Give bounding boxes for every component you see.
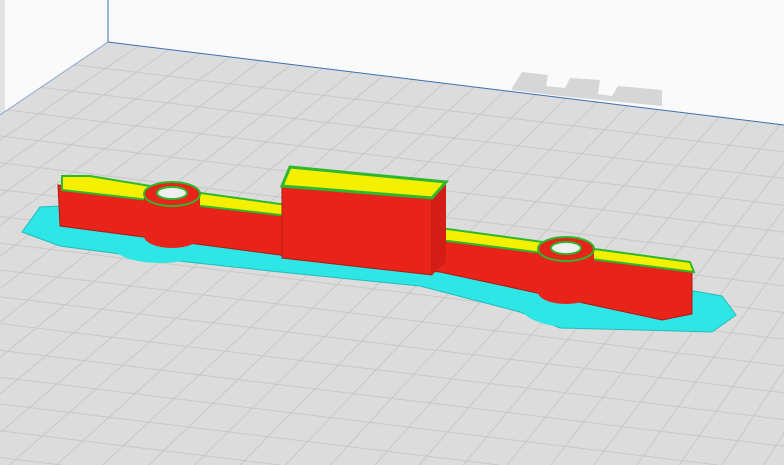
build-volume-left-wall xyxy=(0,0,5,118)
scene[interactable] xyxy=(0,0,784,465)
left-boss-hole xyxy=(156,186,188,200)
3d-viewport[interactable] xyxy=(0,0,784,465)
right-boss-hole xyxy=(550,241,582,255)
